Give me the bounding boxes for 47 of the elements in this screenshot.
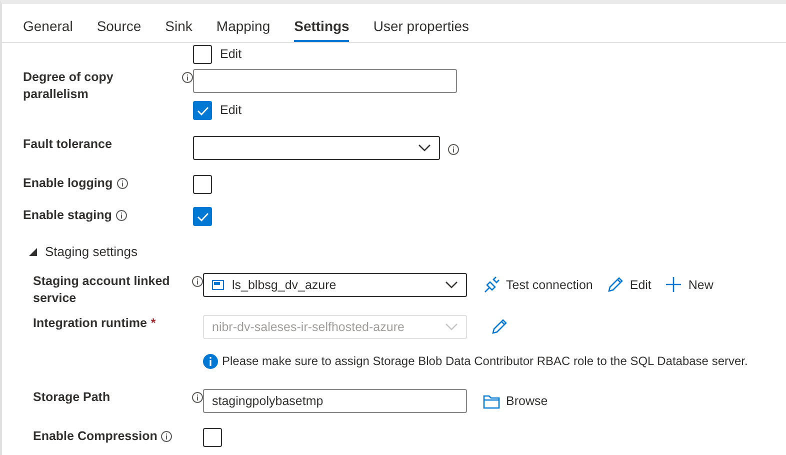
checkbox[interactable] — [193, 45, 212, 64]
field-label: Enable staging — [23, 207, 112, 224]
pencil-icon — [606, 276, 624, 294]
field-label: Storage Path — [33, 389, 110, 406]
chevron-down-icon — [418, 144, 431, 152]
checkbox[interactable] — [193, 175, 212, 194]
action-button[interactable]: Browse — [483, 392, 548, 410]
field-label: Fault tolerance — [23, 136, 112, 153]
field-label: Integration runtime — [33, 314, 147, 332]
chevron-down-icon — [445, 322, 458, 331]
input-field[interactable] — [193, 69, 457, 93]
info-message: Please make sure to assign Storage Blob Data Contributor RBAC role to the SQL Database server. — [222, 354, 748, 370]
checkbox-label: Edit — [220, 46, 242, 63]
pencil-icon[interactable] — [491, 318, 508, 336]
tab[interactable]: General — [23, 4, 73, 42]
tab[interactable]: User properties — [373, 4, 470, 42]
folder-icon — [483, 392, 500, 410]
storage-account-icon — [212, 280, 224, 290]
dropdown[interactable]: ls_blbsg_dv_azure — [203, 272, 467, 297]
info-filled-icon — [203, 354, 218, 370]
field-label: Enable logging — [23, 175, 113, 192]
expanded-triangle-icon — [29, 248, 37, 256]
tab[interactable]: Settings — [294, 4, 350, 42]
tab[interactable]: Source — [96, 4, 142, 42]
tab[interactable]: Sink — [165, 4, 192, 42]
checkbox[interactable] — [193, 207, 212, 226]
field-label: Staging account linked service — [33, 272, 171, 307]
chevron-down-icon — [445, 280, 458, 289]
tab[interactable]: Mapping — [216, 4, 270, 42]
input-field[interactable]: stagingpolybasetmp — [203, 389, 467, 414]
field-label: Enable Compression — [33, 428, 158, 446]
action-button[interactable]: New — [665, 276, 714, 294]
check-icon — [196, 106, 208, 116]
check-icon — [196, 212, 208, 222]
checkbox-label: Edit — [220, 102, 242, 119]
action-button[interactable]: Edit — [606, 276, 652, 294]
plug-icon — [483, 276, 500, 294]
checkbox[interactable] — [203, 428, 222, 448]
section-toggle[interactable]: Staging settings — [29, 244, 138, 261]
plus-icon — [665, 276, 682, 294]
required-mark: * — [150, 314, 156, 332]
checkbox[interactable] — [193, 101, 212, 120]
dropdown-value: ls_blbsg_dv_azure — [232, 276, 336, 294]
field-label: Degree of copy parallelism — [23, 69, 114, 103]
action-button[interactable]: Test connection — [483, 276, 593, 294]
dropdown-value: nibr-dv-saleses-ir-selfhosted-azure — [212, 318, 404, 336]
dropdown[interactable] — [193, 136, 440, 160]
